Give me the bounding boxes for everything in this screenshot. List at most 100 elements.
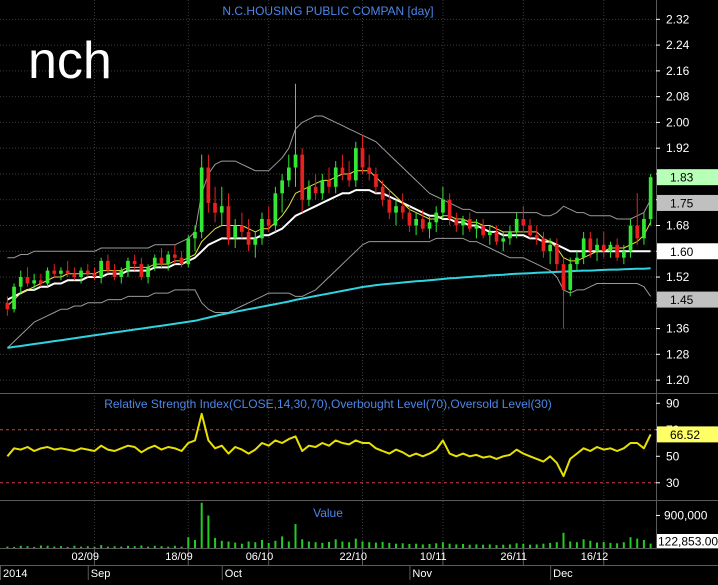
candle-body[interactable] [488,231,492,236]
candle-body[interactable] [159,257,164,265]
candle-body[interactable] [508,231,512,239]
candle-body[interactable] [454,219,459,226]
candle-body[interactable] [354,148,358,181]
candle-body[interactable] [427,222,432,229]
candle-body[interactable] [347,174,351,181]
candle-body[interactable] [246,231,251,245]
candle-body[interactable] [534,235,539,239]
candle-body[interactable] [293,154,298,168]
candle-body[interactable] [132,260,137,265]
candle-body[interactable] [240,225,244,232]
candle-body[interactable] [400,206,405,213]
candle-body[interactable] [45,270,50,284]
candle-body[interactable] [173,254,177,258]
candle-body[interactable] [467,219,472,229]
candle-body[interactable] [622,251,626,258]
candle-body[interactable] [434,212,439,223]
candle-body[interactable] [106,260,110,271]
candle-body[interactable] [266,219,271,226]
candle-body[interactable] [32,280,36,284]
candle-body[interactable] [126,260,130,271]
candle-body[interactable] [287,167,291,181]
volume-bar [207,515,210,548]
candle-body[interactable] [25,277,30,284]
candle-body[interactable] [260,219,264,239]
candle-body[interactable] [18,277,23,287]
candle-body[interactable] [199,167,204,232]
candle-body[interactable] [206,167,211,203]
candle-body[interactable] [642,219,646,239]
candle-body[interactable] [581,238,586,258]
candle-body[interactable] [394,206,398,213]
candle-body[interactable] [421,219,425,229]
candle-body[interactable] [92,273,97,277]
candle-body[interactable] [146,267,150,278]
candle-body[interactable] [79,270,83,277]
candle-body[interactable] [179,257,184,265]
candle-body[interactable] [233,225,237,239]
candle-body[interactable] [273,193,278,226]
candle-body[interactable] [360,148,365,168]
candle-body[interactable] [441,199,445,213]
candle-body[interactable] [648,177,653,220]
candle-body[interactable] [447,199,452,219]
candle-body[interactable] [521,219,526,226]
candle-body[interactable] [474,225,479,229]
candle-body[interactable] [340,167,345,174]
candle-body[interactable] [494,231,499,242]
candle-body[interactable] [307,186,311,200]
candle-body[interactable] [407,212,412,226]
candle-body[interactable] [226,206,231,239]
candle-body[interactable] [280,180,284,194]
candle-body[interactable] [414,219,418,226]
candle-body[interactable] [608,244,613,252]
candle-body[interactable] [367,167,372,174]
candle-body[interactable] [313,186,318,194]
candle-body[interactable] [52,270,57,274]
candle-body[interactable] [501,238,506,242]
candle-body[interactable] [300,154,305,200]
candle-body[interactable] [253,238,258,245]
candle-body[interactable] [481,225,485,236]
candle-body[interactable] [595,244,599,252]
candle-body[interactable] [555,244,559,265]
candle-body[interactable] [12,286,16,310]
candle-body[interactable] [219,206,224,213]
candle-body[interactable] [327,180,331,187]
candle-body[interactable] [333,167,338,187]
candle-body[interactable] [39,280,43,284]
candle-body[interactable] [59,270,63,274]
candle-body[interactable] [575,257,579,265]
candle-body[interactable] [5,302,10,310]
candle-body[interactable] [99,260,103,277]
candle-body[interactable] [615,244,619,258]
candle-body[interactable] [561,264,566,290]
candle-body[interactable] [374,174,378,187]
candle-body[interactable] [628,225,633,252]
candlesticks[interactable] [5,83,653,329]
candle-body[interactable] [461,219,465,226]
candle-body[interactable] [588,238,593,252]
candle-body[interactable] [112,270,117,277]
candle-body[interactable] [186,238,191,265]
candle-body[interactable] [65,270,70,274]
candle-body[interactable] [380,186,385,200]
candle-body[interactable] [601,244,606,252]
candle-body[interactable] [166,254,170,265]
candle-body[interactable] [320,180,325,194]
volume-bar [281,536,284,548]
candle-body[interactable] [72,273,77,277]
candle-body[interactable] [548,244,552,252]
candle-body[interactable] [213,202,217,213]
candle-body[interactable] [387,199,392,213]
candle-body[interactable] [139,264,144,277]
candle-body[interactable] [541,238,546,252]
candle-body[interactable] [528,225,532,236]
candle-body[interactable] [635,225,640,239]
candle-body[interactable] [568,264,573,290]
candle-body[interactable] [152,257,157,268]
candle-body[interactable] [193,231,197,239]
candle-body[interactable] [514,219,519,232]
candle-body[interactable] [85,270,90,274]
candle-body[interactable] [119,270,124,277]
